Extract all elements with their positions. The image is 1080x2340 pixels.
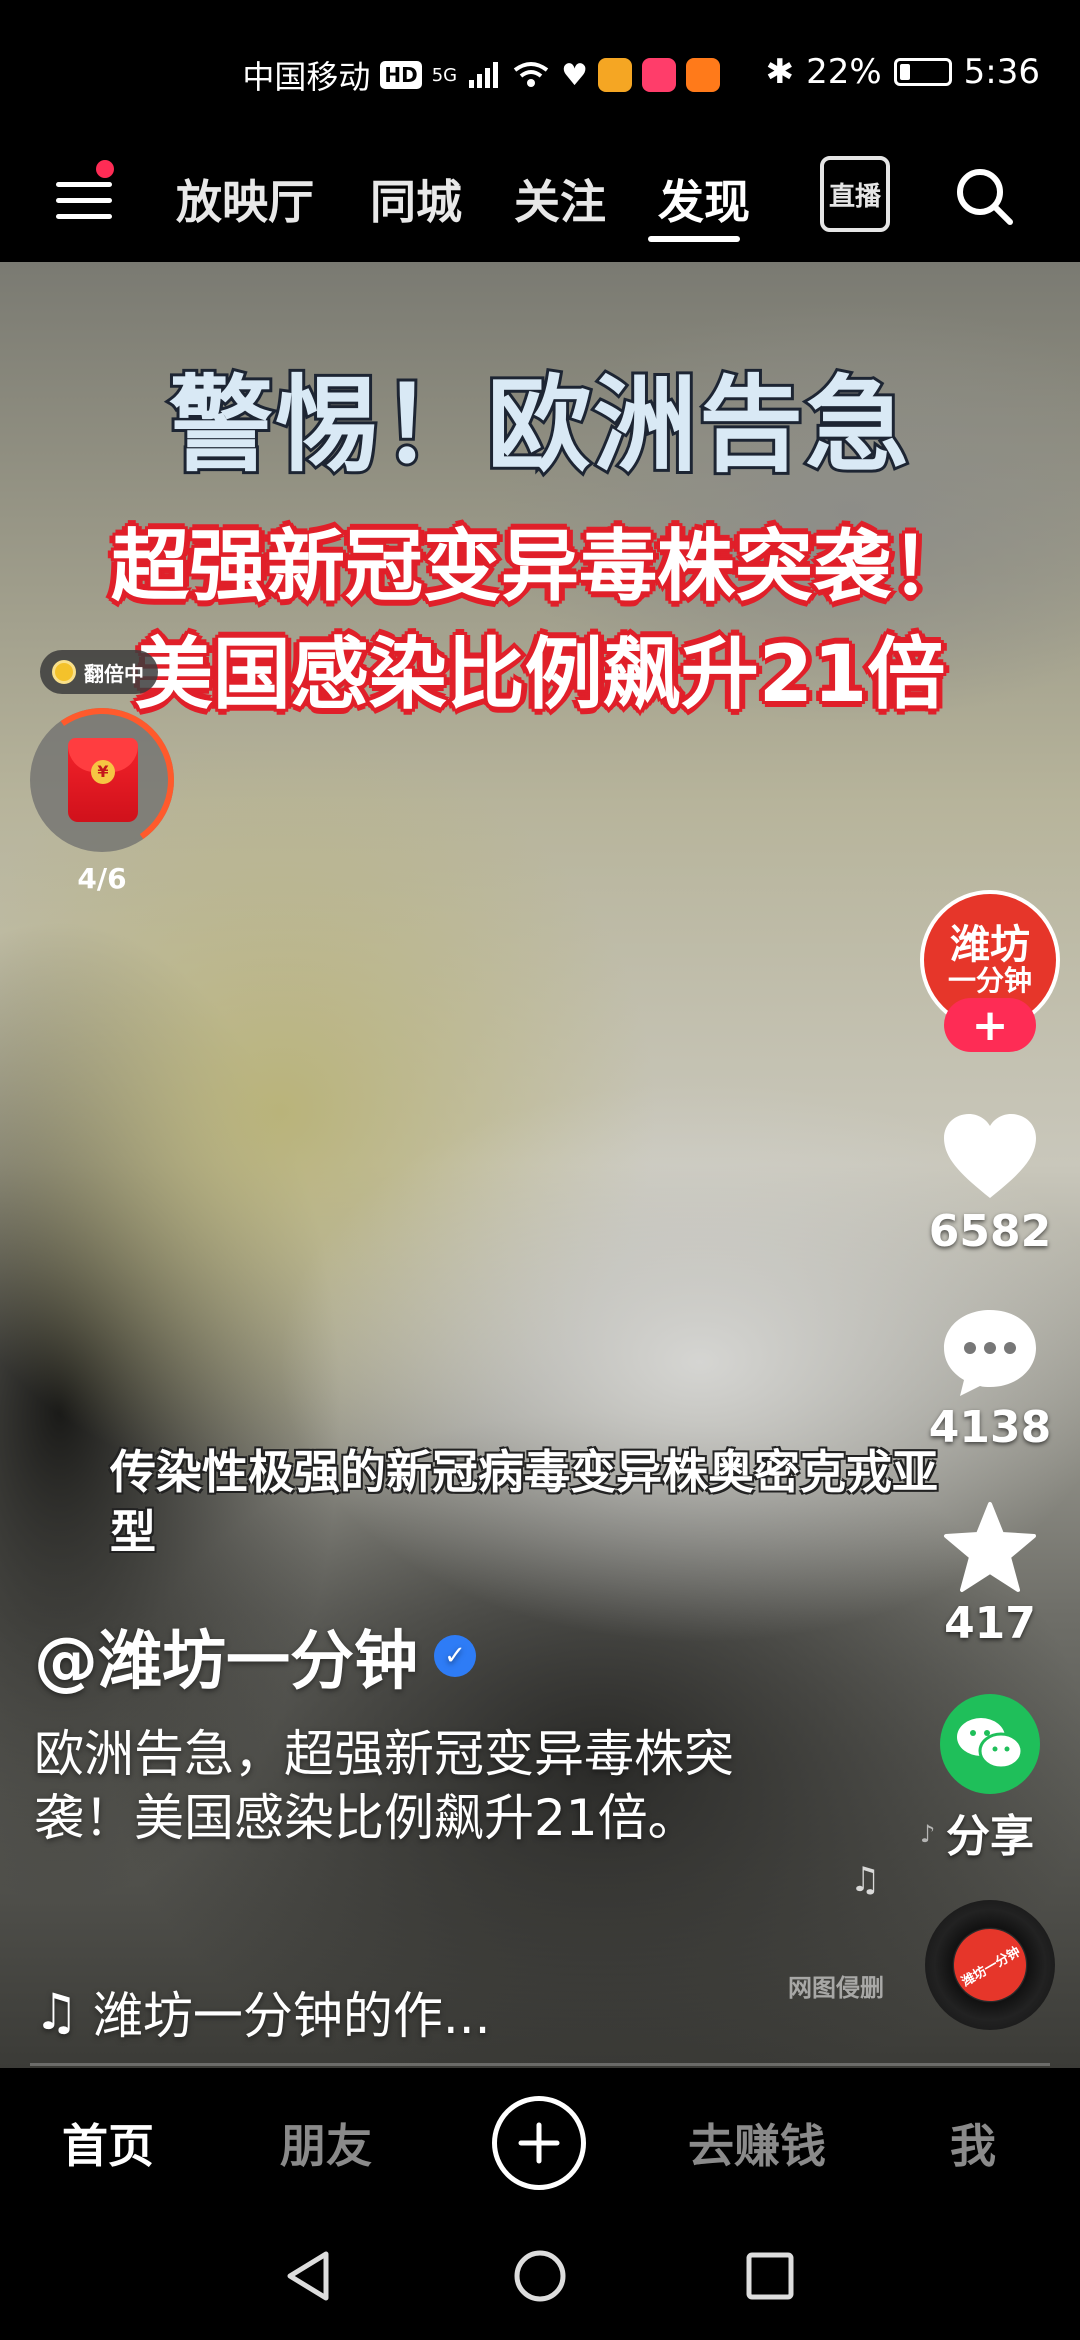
battery-percent: 22%	[806, 52, 882, 92]
favorite-count: 417	[944, 1598, 1036, 1649]
music-title: 潍坊一分钟的作...	[92, 1987, 491, 2045]
music-disc[interactable]: 潍坊一分钟	[925, 1900, 1055, 2030]
tab-earn[interactable]: 去赚钱	[688, 2110, 826, 2176]
comment-count: 4138	[928, 1402, 1052, 1453]
music-note-caption-icon: ♫	[34, 1983, 79, 2041]
recents-icon[interactable]	[744, 2250, 796, 2302]
tab-following[interactable]: 关注	[514, 166, 606, 232]
video-watermark: 网图侵删	[788, 1974, 884, 2002]
avatar-line-1: 潍坊	[950, 922, 1030, 969]
tab-home[interactable]: 首页	[62, 2110, 154, 2176]
video-headline-2: 超强新冠变异毒株突袭！	[110, 522, 969, 612]
video-headline-1: 警惕！欧洲告急	[166, 361, 912, 489]
tab-friends[interactable]: 朋友	[280, 2110, 372, 2176]
tab-me[interactable]: 我	[950, 2110, 996, 2176]
live-button[interactable]: 直播	[820, 156, 890, 232]
menu-icon[interactable]	[56, 170, 112, 230]
comment-action[interactable]: 4138	[920, 1306, 1060, 1453]
signal-icon	[469, 62, 499, 88]
video-description[interactable]: 欧洲告急，超强新冠变异毒株突袭！美国感染比例飙升21倍。	[34, 1722, 794, 1850]
tab-discover[interactable]: 发现	[658, 166, 750, 232]
search-icon[interactable]	[952, 164, 1016, 228]
notification-dot	[96, 160, 114, 178]
music-note-icon-small: ♪	[920, 1820, 936, 1848]
plus-icon	[518, 2122, 560, 2164]
status-right: ✱ 22% 5:36	[766, 52, 1040, 92]
envelope-progress-label: 4/6	[77, 862, 127, 895]
share-action[interactable]: 分享	[920, 1694, 1060, 1864]
signal-label: 5G	[431, 64, 458, 86]
wechat-icon	[957, 1718, 1024, 1770]
app-notification-icon-1	[598, 58, 632, 92]
carrier-label: 中国移动	[242, 58, 371, 96]
doubling-label: 翻倍中	[84, 661, 144, 686]
status-bar: 中国移动 HD 5G ♥ ✱ 22% 5:36	[0, 0, 1080, 150]
envelope-seal: ¥	[91, 760, 115, 784]
wifi-icon	[513, 62, 549, 87]
doubling-badge: 翻倍中	[40, 650, 158, 694]
video-subtitle: 传染性极强的新冠病毒变异株奥密克戎亚型	[110, 1445, 938, 1559]
system-navigation-bar	[0, 2216, 1080, 2340]
active-tab-indicator	[648, 236, 740, 242]
tab-theater[interactable]: 放映厅	[176, 166, 314, 232]
red-envelope-icon: ¥	[68, 738, 138, 822]
favorite-action[interactable]: 417	[920, 1500, 1060, 1649]
health-icon: ♥	[561, 57, 588, 93]
avatar-line-2: 一分钟	[947, 964, 1032, 998]
home-icon[interactable]	[512, 2248, 568, 2304]
app-notification-icon-3	[686, 58, 720, 92]
heart-icon[interactable]	[940, 1112, 1040, 1202]
top-nav: 放映厅 同城 关注 发现 直播	[0, 150, 1080, 262]
hd-badge: HD	[380, 61, 422, 89]
status-left: 中国移动 HD 5G ♥	[242, 52, 720, 98]
like-action[interactable]: 6582	[920, 1112, 1060, 1257]
app-notification-icon-2	[642, 58, 676, 92]
red-envelope-widget[interactable]: 翻倍中 ¥ 4/6	[18, 650, 186, 895]
clock: 5:36	[963, 52, 1040, 92]
bottom-tab-bar: 首页 朋友 去赚钱 我	[0, 2068, 1080, 2216]
share-label: 分享	[946, 1811, 1034, 1862]
author-handle[interactable]: @潍坊一分钟 ✓	[34, 1610, 476, 1702]
comment-icon[interactable]	[940, 1306, 1040, 1398]
star-icon[interactable]	[940, 1500, 1040, 1594]
back-icon[interactable]	[282, 2248, 334, 2304]
bluetooth-icon: ✱	[765, 52, 795, 92]
music-info[interactable]: ♫ 潍坊一分钟的作...	[34, 1976, 491, 2048]
video-progress-bar[interactable]	[30, 2063, 1050, 2066]
music-note-icon: ♫	[850, 1860, 881, 1900]
battery-fill	[899, 64, 910, 80]
tab-nearby[interactable]: 同城	[370, 166, 462, 232]
coin-icon	[52, 660, 76, 684]
author-name[interactable]: @潍坊一分钟	[34, 1610, 418, 1702]
verified-icon: ✓	[434, 1635, 476, 1677]
battery-icon	[893, 58, 952, 86]
follow-button[interactable]: +	[944, 998, 1036, 1052]
live-label: 直播	[828, 181, 881, 212]
create-button[interactable]	[492, 2096, 586, 2190]
music-disc-label: 潍坊一分钟	[940, 1915, 1040, 2015]
share-button[interactable]	[940, 1694, 1040, 1794]
like-count: 6582	[928, 1206, 1052, 1257]
